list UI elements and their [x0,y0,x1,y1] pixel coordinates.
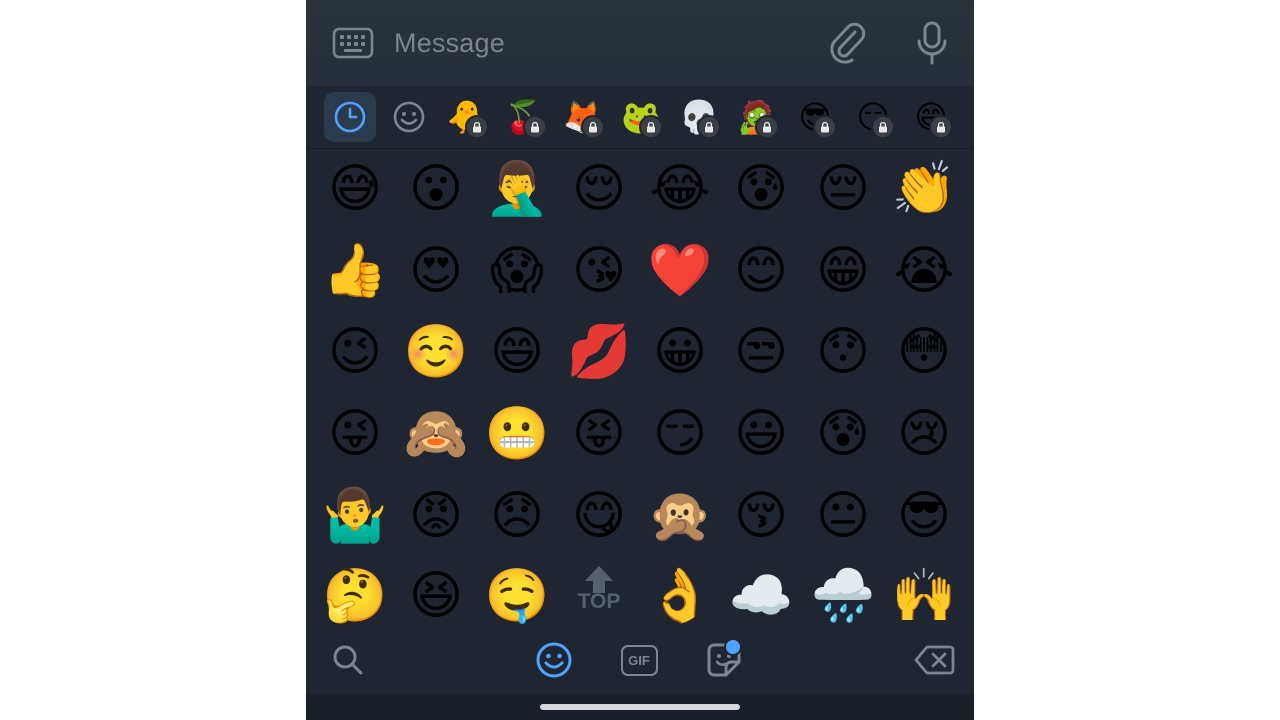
lock-icon [755,115,779,139]
emoji-key[interactable]: 🌧️ [808,561,878,626]
emoji-key[interactable]: 😰 [726,154,796,224]
emoji-key[interactable]: 🤷‍♂️ [320,481,390,551]
emoji-key[interactable]: 😚 [726,481,796,551]
category-pink-creature-pack[interactable]: 🍒 [499,92,551,142]
sticker-icon[interactable] [704,638,744,680]
keyboard-bottom-bar: GIF [306,626,974,694]
emoji-key[interactable]: 🙌 [889,561,959,626]
emoji-key[interactable]: 💋 [564,317,634,387]
emoji-key[interactable]: 😋 [564,481,634,551]
category-emoji[interactable] [383,92,435,142]
emoji-key[interactable]: 😐 [808,481,878,551]
emoji-key[interactable]: 😢 [889,399,959,469]
emoji-key[interactable]: 😱 [482,236,552,306]
emoji-key[interactable]: 👏 [889,154,959,224]
lock-icon [639,115,663,139]
emoji-key[interactable]: 😳 [889,317,959,387]
emoji-key[interactable]: 😯 [808,317,878,387]
emoji-key[interactable]: ☁️ [726,561,796,626]
emoji-key[interactable]: 😊 [726,236,796,306]
microphone-icon[interactable] [914,20,950,66]
emoji-key[interactable]: 😌 [564,154,634,224]
category-duck-pack[interactable]: 🐥 [441,92,493,142]
home-indicator[interactable] [540,704,740,710]
emoji-key[interactable]: 😔 [808,154,878,224]
search-icon[interactable] [328,640,368,680]
emoji-category-bar: 🐥 🍒 🦊 🐸 💀 🧟 😎 😏 😄 [306,86,974,149]
emoji-key[interactable]: 😏 [645,399,715,469]
lock-icon [871,115,895,139]
emoji-key[interactable]: 😰 [808,399,878,469]
lock-icon [929,115,953,139]
emoji-key[interactable]: 😀 [645,317,715,387]
emoji-key[interactable]: ☺️ [401,317,471,387]
message-input[interactable]: Message [394,28,505,59]
scroll-to-top-button[interactable]: TOP [569,564,629,626]
lock-icon [465,115,489,139]
emoji-key[interactable]: ❤️ [645,236,715,306]
category-orange-creature-pack[interactable]: 🦊 [557,92,609,142]
gif-tab-button[interactable]: GIF [619,640,659,680]
emoji-key[interactable]: 😒 [726,317,796,387]
emoji-key[interactable]: 😡 [401,481,471,551]
emoji-key[interactable]: 😎 [889,481,959,551]
emoji-key[interactable]: 👌 [645,561,715,626]
emoji-key[interactable]: 😮 [401,154,471,224]
new-stickers-badge [724,638,742,656]
category-recent[interactable] [324,92,376,142]
gif-label: GIF [628,652,650,668]
emoji-key[interactable]: 😂 [645,154,715,224]
lock-icon [813,115,837,139]
emoji-key[interactable]: 😬 [482,399,552,469]
emoji-key[interactable]: 🤔 [320,561,390,626]
lock-icon [581,115,605,139]
emoji-tab-smiley-icon[interactable] [534,640,574,680]
emoji-key[interactable]: 👍 [320,236,390,306]
emoji-key[interactable]: 😄 [482,317,552,387]
emoji-keyboard-screen: Message 🐥 🍒 🦊 🐸 💀 🧟 😎 😏 😄 😅 😮 🤦‍♂️ 😌 😂 😰 😔 👏 👍 😍 😱 😘 ❤️ 😊 😁 😭 😉 ☺… [306,0,974,720]
lock-icon [523,115,547,139]
category-cool-face-pack[interactable]: 😎 [789,92,841,142]
emoji-key[interactable]: 😅 [320,154,390,224]
emoji-key[interactable]: 😍 [401,236,471,306]
clock-icon [334,101,366,133]
emoji-key[interactable]: 😃 [726,399,796,469]
emoji-key[interactable]: 🤤 [482,561,552,626]
emoji-key[interactable]: 🤦‍♂️ [482,154,552,224]
top-label: TOP [577,590,621,613]
emoji-key[interactable]: 😆 [401,561,471,626]
message-input-bar: Message [306,0,974,87]
lock-icon [697,115,721,139]
category-zombie-pack[interactable]: 🧟 [731,92,783,142]
category-troll-face-pack[interactable]: 😏 [847,92,899,142]
emoji-key[interactable]: 😁 [808,236,878,306]
emoji-grid: 😅 😮 🤦‍♂️ 😌 😂 😰 😔 👏 👍 😍 😱 😘 ❤️ 😊 😁 😭 😉 ☺️ 😄 💋 😀 😒 😯 😳 😜 🙈 😬 😝 😏 😃 😰 😢 🤷‍♂… [306,150,974,626]
paperclip-icon[interactable] [828,22,870,66]
emoji-key[interactable]: 😝 [564,399,634,469]
emoji-key[interactable]: 😉 [320,317,390,387]
emoji-key[interactable]: 🙊 [645,481,715,551]
backspace-icon[interactable] [912,640,956,680]
category-skull-pack[interactable]: 💀 [673,92,725,142]
emoji-key[interactable]: 😘 [564,236,634,306]
emoji-key[interactable]: 😞 [482,481,552,551]
emoji-key[interactable]: 🙈 [401,399,471,469]
emoji-key[interactable]: 😭 [889,236,959,306]
category-grin-pack[interactable]: 😄 [905,92,957,142]
keyboard-icon[interactable] [332,27,374,59]
smiley-outline-icon [393,101,425,133]
emoji-key[interactable]: 😜 [320,399,390,469]
category-frog-pack[interactable]: 🐸 [615,92,667,142]
system-navigation-bar [306,694,974,720]
